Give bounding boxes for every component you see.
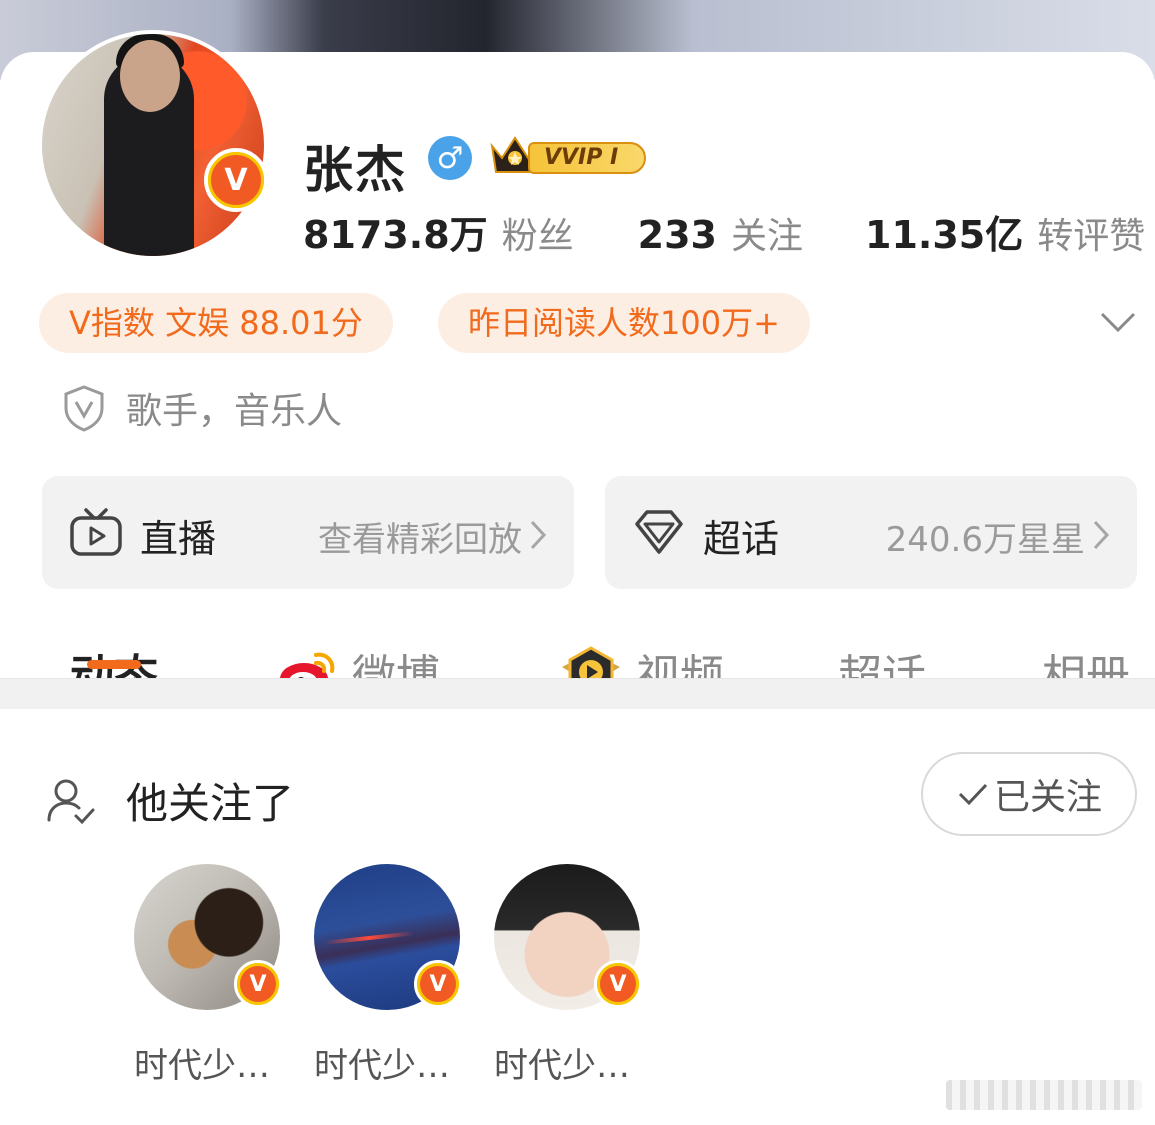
followers-label[interactable]: 粉丝 <box>502 207 574 259</box>
user-check-icon <box>47 779 95 824</box>
verified-badge-letter: V <box>237 963 279 1005</box>
identity-text: 歌手，音乐人 <box>126 391 343 432</box>
chevron-down-icon[interactable] <box>1098 304 1138 340</box>
watermark <box>946 1080 1142 1110</box>
chevron-right-icon <box>530 520 547 550</box>
followed-account-name[interactable]: 时代少… <box>134 1038 270 1087</box>
following-section-title: 他关注了 <box>126 779 295 828</box>
profile-page: V 张杰 ♂ VVIP I 8173.8万 粉丝 233 关注 11.35亿 转… <box>0 0 1155 1125</box>
verified-badge-letter: V <box>597 963 639 1005</box>
following-count[interactable]: 233 <box>638 213 717 257</box>
vip-badge[interactable]: VVIP I <box>488 132 648 178</box>
followed-button-label: 已关注 <box>993 777 1102 818</box>
super-topic-title: 超话 <box>703 517 780 561</box>
section-divider <box>0 678 1155 709</box>
interactions-label[interactable]: 转评赞 <box>1037 207 1145 259</box>
live-card[interactable]: 直播 查看精彩回放 <box>42 476 574 589</box>
verified-badge-letter: V <box>208 152 264 208</box>
verified-badge-icon: V <box>234 960 282 1008</box>
verified-badge-letter: V <box>417 963 459 1005</box>
verified-badge-icon: V <box>204 148 268 212</box>
followed-account-name[interactable]: 时代少… <box>494 1038 630 1087</box>
avatar[interactable] <box>38 30 268 260</box>
profile-name: 张杰 <box>303 141 407 199</box>
v-index-tag[interactable]: V指数 文娱 88.01分 <box>39 293 393 353</box>
stats-row: 8173.8万 粉丝 233 关注 11.35亿 转评赞 <box>303 204 1145 259</box>
following-section-header: 他关注了 <box>46 770 294 831</box>
followed-button[interactable]: 已关注 <box>921 752 1137 836</box>
avatar-head <box>120 40 180 112</box>
verified-badge-icon: V <box>414 960 462 1008</box>
shield-v-icon <box>64 385 104 432</box>
super-topic-card[interactable]: 超话 240.6万星星 <box>605 476 1137 589</box>
diamond-icon <box>635 510 683 554</box>
chevron-right-icon <box>1093 520 1110 550</box>
live-subtitle: 查看精彩回放 <box>318 520 522 560</box>
following-label[interactable]: 关注 <box>731 207 803 259</box>
active-tab-indicator <box>87 660 141 669</box>
daily-readers-tag[interactable]: 昨日阅读人数100万+ <box>438 293 810 353</box>
super-topic-subtitle: 240.6万星星 <box>885 520 1085 560</box>
interactions-count[interactable]: 11.35亿 <box>865 204 1023 259</box>
identity-row: 歌手，音乐人 <box>62 382 342 434</box>
male-gender-icon: ♂ <box>428 136 472 180</box>
verified-badge-icon: V <box>594 960 642 1008</box>
tv-icon <box>70 508 122 556</box>
followed-account-name[interactable]: 时代少… <box>314 1038 450 1087</box>
followers-count[interactable]: 8173.8万 <box>303 204 488 259</box>
check-icon <box>958 783 988 806</box>
live-title: 直播 <box>140 517 217 561</box>
vip-level-label: VVIP I <box>528 142 646 174</box>
